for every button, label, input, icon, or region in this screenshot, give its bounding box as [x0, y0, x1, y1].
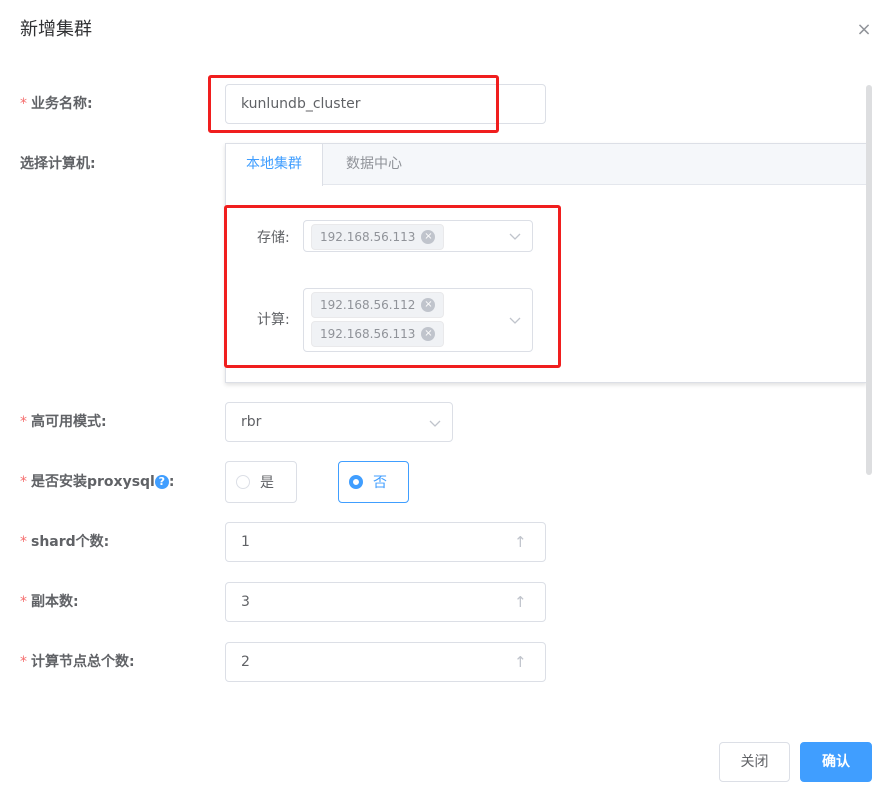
select-machine-label: 选择计算机:: [20, 156, 96, 172]
increase-icon[interactable]: ↑: [514, 643, 527, 681]
shard-count-input[interactable]: 1 ↑: [225, 522, 546, 562]
highlight-box-machines: [224, 205, 561, 368]
required-mark: *: [20, 96, 27, 112]
replica-count-input[interactable]: 3 ↑: [225, 582, 546, 622]
ha-mode-select[interactable]: rbr: [225, 402, 453, 442]
tab-header: 本地集群 数据中心: [226, 144, 866, 186]
ha-mode-label: * 高可用模式:: [20, 414, 107, 430]
proxysql-label: * 是否安装proxysql?:: [20, 474, 175, 490]
proxysql-no-radio[interactable]: 否: [338, 461, 409, 503]
dialog-title: 新增集群: [20, 19, 92, 40]
help-icon[interactable]: ?: [154, 475, 169, 489]
compute-nodes-label: * 计算节点总个数:: [20, 654, 135, 670]
radio-dot-checked: [349, 475, 363, 489]
highlight-box-name: [208, 75, 499, 133]
shard-count-label: * shard个数:: [20, 534, 110, 550]
close-button[interactable]: 关闭: [719, 742, 790, 782]
chevron-down-icon: [429, 420, 441, 427]
increase-icon[interactable]: ↑: [514, 523, 527, 561]
replica-count-label: * 副本数:: [20, 594, 79, 610]
compute-nodes-input[interactable]: 2 ↑: [225, 642, 546, 682]
business-name-label: * 业务名称:: [20, 96, 93, 112]
close-icon[interactable]: ×: [852, 18, 876, 42]
radio-dot: [236, 475, 250, 489]
tab-local-cluster[interactable]: 本地集群: [226, 144, 323, 186]
tab-data-center[interactable]: 数据中心: [326, 144, 422, 185]
increase-icon[interactable]: ↑: [514, 583, 527, 621]
scrollbar[interactable]: [866, 85, 872, 475]
proxysql-yes-radio[interactable]: 是: [225, 461, 297, 503]
confirm-button[interactable]: 确认: [800, 742, 872, 782]
